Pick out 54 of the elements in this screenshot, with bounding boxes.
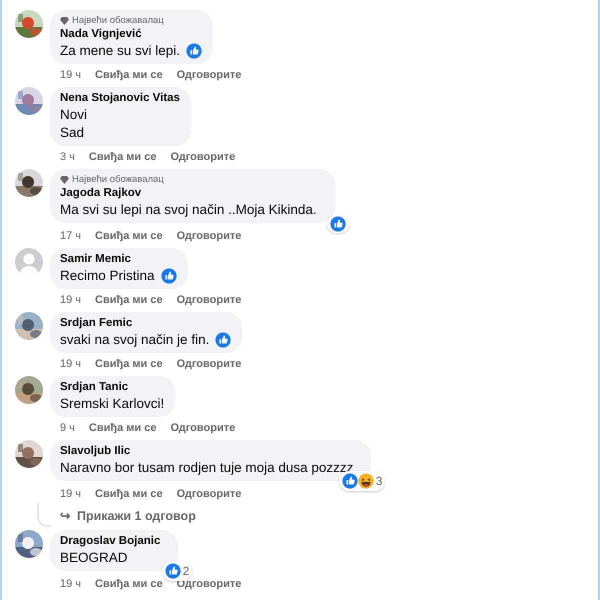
like-link[interactable]: Свиђа ми се — [95, 487, 163, 502]
comment-text: BEOGRAD — [60, 548, 128, 567]
fan-badge-label: Највећи обожавалац — [72, 173, 164, 186]
timestamp: 19 ч — [60, 357, 82, 372]
author-name[interactable]: Nada Vignjević — [60, 27, 202, 42]
comment-text: Ma svi su lepi na svoj način ..Moja Kikinda. — [60, 201, 317, 219]
reply-link[interactable]: Одговорите — [170, 150, 236, 165]
comment-text: Naravno bor tusam rodjen tuje moja dusa pozzzz — [60, 459, 354, 477]
timestamp: 3 ч — [60, 150, 75, 165]
like-icon — [160, 268, 177, 284]
timestamp: 19 ч — [60, 68, 82, 83]
author-name[interactable]: Dragoslav Bojanic — [60, 534, 160, 549]
reply-link[interactable]: Одговорите — [176, 576, 242, 592]
timestamp: 9 ч — [60, 421, 75, 436]
like-link[interactable]: Свиђа ми се — [95, 357, 163, 372]
comment-text: Recimo Pristina — [60, 267, 155, 285]
comment-text: Novi — [60, 106, 88, 124]
reply-link[interactable]: Одговорите — [176, 229, 242, 244]
author-name[interactable]: Nena Stojanovic Vitas — [60, 91, 180, 106]
view-replies-link[interactable]: Прикажи 1 одговор — [77, 507, 196, 526]
reply-arrow-icon: ↪ — [60, 507, 71, 526]
like-icon — [330, 216, 346, 232]
like-icon — [186, 43, 202, 59]
like-link[interactable]: Свиђа ми се — [95, 68, 163, 83]
like-link[interactable]: Свиђа ми се — [95, 576, 163, 592]
laughing-face-icon — [358, 473, 374, 489]
like-link[interactable]: Свиђа ми се — [95, 293, 163, 308]
timestamp: 17 ч — [60, 229, 82, 244]
timestamp: 19 ч — [60, 576, 82, 592]
author-name[interactable]: Srdjan Tanic — [60, 380, 164, 395]
like-link[interactable]: Свиђа ми се — [95, 229, 163, 244]
reply-link[interactable]: Одговорите — [176, 487, 242, 502]
like-link[interactable]: Свиђа ми се — [88, 421, 156, 436]
reply-link[interactable]: Одговорите — [176, 293, 242, 308]
diamond-icon — [60, 176, 69, 184]
reaction-count[interactable]: 3 — [376, 472, 382, 490]
author-name[interactable]: Srdjan Femic — [60, 316, 232, 331]
author-name[interactable]: Jagoda Rajkov — [60, 186, 317, 201]
comment-text: svaki na svoj način je fin. — [60, 331, 210, 349]
timestamp: 19 ч — [60, 487, 82, 502]
author-name[interactable]: Samir Memic — [60, 252, 177, 267]
thread-line — [37, 503, 51, 527]
fan-badge-label: Највећи обожавалац — [72, 14, 164, 27]
reply-link[interactable]: Одговорите — [176, 357, 242, 372]
author-name[interactable]: Slavoljub Ilic — [60, 444, 354, 459]
reply-link[interactable]: Одговорите — [170, 421, 236, 436]
comment-text: Sad — [60, 124, 84, 142]
comment-text: Za mene su svi lepi. — [60, 42, 180, 60]
comment-text: Sremski Karlovci! — [60, 395, 164, 413]
timestamp: 19 ч — [60, 293, 82, 308]
like-icon — [215, 332, 232, 348]
diamond-icon — [60, 16, 69, 24]
like-link[interactable]: Свиђа ми се — [88, 150, 156, 165]
reply-link[interactable]: Одговорите — [176, 68, 242, 83]
